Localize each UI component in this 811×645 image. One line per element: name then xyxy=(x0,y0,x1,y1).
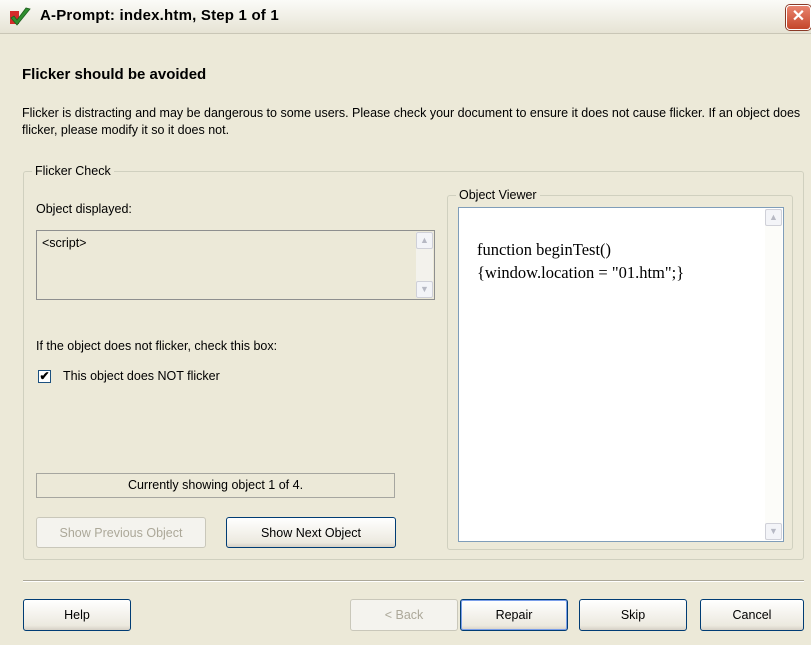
code-line: {window.location = "01.htm";} xyxy=(477,263,685,282)
object-viewer-code: function beginTest() {window.location = … xyxy=(477,238,684,284)
help-button[interactable]: Help xyxy=(23,599,131,631)
close-button[interactable]: ✕ xyxy=(786,5,811,30)
description-text: Flicker is distracting and may be danger… xyxy=(22,106,801,137)
scroll-up-arrow-icon[interactable]: ▲ xyxy=(416,232,433,249)
scroll-down-arrow-icon[interactable]: ▼ xyxy=(416,281,433,298)
scroll-up-arrow-icon[interactable]: ▲ xyxy=(765,209,782,226)
object-displayed-value: <script> xyxy=(42,236,87,250)
close-icon: ✕ xyxy=(791,8,806,25)
scroll-down-arrow-icon[interactable]: ▼ xyxy=(765,523,782,540)
flicker-check-legend: Flicker Check xyxy=(35,164,111,178)
object-status-box: Currently showing object 1 of 4. xyxy=(36,473,395,498)
flicker-instruction: If the object does not flicker, check th… xyxy=(36,339,278,353)
footer-separator xyxy=(23,580,804,582)
repair-button[interactable]: Repair xyxy=(460,599,568,631)
page-heading: Flicker should be avoided xyxy=(22,66,207,83)
object-field-scrollbar[interactable]: ▲ ▼ xyxy=(416,232,433,298)
show-next-object-button[interactable]: Show Next Object xyxy=(226,517,396,548)
cancel-button[interactable]: Cancel xyxy=(700,599,804,631)
object-viewer-scrollbar[interactable]: ▲ ▼ xyxy=(765,209,782,540)
object-viewer-pane[interactable]: function beginTest() {window.location = … xyxy=(458,207,784,542)
code-line: function beginTest() xyxy=(477,240,612,259)
back-button[interactable]: < Back xyxy=(350,599,458,631)
no-flicker-checkbox-label[interactable]: This object does NOT flicker xyxy=(63,369,220,383)
title-bar: A-Prompt: index.htm, Step 1 of 1 ✕ xyxy=(0,0,811,34)
show-previous-object-button[interactable]: Show Previous Object xyxy=(36,517,206,548)
object-displayed-field: <script> ▲ ▼ xyxy=(36,230,435,300)
no-flicker-checkbox[interactable]: ✔ xyxy=(38,370,51,383)
skip-button[interactable]: Skip xyxy=(579,599,687,631)
app-checkmark-icon xyxy=(10,7,31,26)
object-viewer-legend: Object Viewer xyxy=(459,188,537,202)
object-status-text: Currently showing object 1 of 4. xyxy=(127,478,304,492)
checkbox-check-icon: ✔ xyxy=(39,369,50,383)
window-title: A-Prompt: index.htm, Step 1 of 1 xyxy=(40,7,279,24)
object-displayed-label: Object displayed: xyxy=(36,202,132,216)
